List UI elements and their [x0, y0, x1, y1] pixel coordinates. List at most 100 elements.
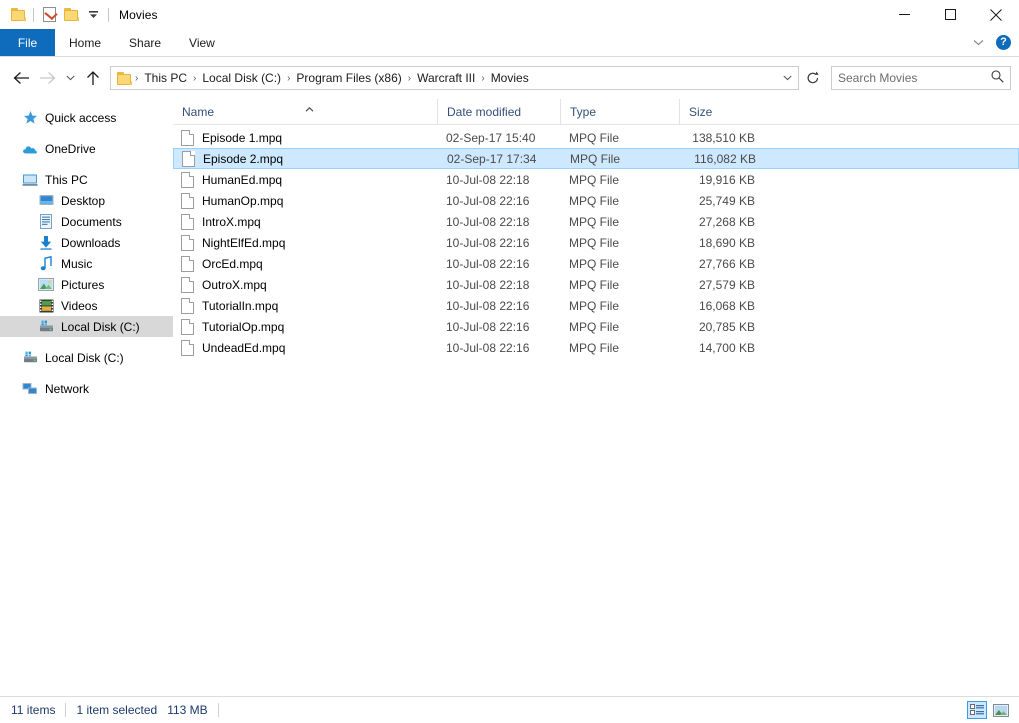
file-name-cell: NightElfEd.mpq — [173, 234, 437, 251]
item-count-label: 11 items — [11, 703, 56, 717]
file-type-cell: MPQ File — [569, 277, 620, 292]
file-size-cell: 19,916 KB — [698, 172, 755, 187]
sidebar-item-label: Quick access — [45, 110, 117, 125]
file-size-cell: 18,690 KB — [698, 235, 755, 250]
refresh-icon[interactable] — [801, 66, 825, 90]
sidebar-item-this-pc[interactable]: This PC — [0, 169, 173, 190]
breadcrumb-item-warcraft-iii[interactable]: Warcraft III — [412, 71, 480, 85]
breadcrumb-folder-icon — [117, 71, 132, 85]
breadcrumb: › This PC › Local Disk (C:) › Program Fi… — [134, 71, 778, 85]
breadcrumb-dropdown-icon[interactable] — [778, 67, 796, 89]
customize-qat-icon[interactable] — [82, 4, 104, 26]
tab-file[interactable]: File — [0, 29, 55, 56]
file-date-cell: 02-Sep-17 17:34 — [447, 151, 537, 166]
folder-icon — [7, 4, 29, 26]
breadcrumb-item-program-files[interactable]: Program Files (x86) — [291, 71, 406, 85]
file-rows: Episode 1.mpq 02-Sep-17 15:40 MPQ File 1… — [173, 125, 1019, 358]
column-header-name[interactable]: Name — [173, 99, 437, 124]
table-row[interactable]: UndeadEd.mpq 10-Jul-08 22:16 MPQ File 14… — [173, 337, 1019, 358]
monitor-icon — [22, 172, 38, 188]
file-icon — [181, 171, 194, 188]
large-icons-view-button[interactable] — [991, 701, 1011, 719]
file-size-cell: 25,749 KB — [698, 193, 755, 208]
file-icon — [181, 192, 194, 209]
sidebar-item-downloads[interactable]: Downloads — [0, 232, 173, 253]
help-icon[interactable]: ? — [996, 35, 1011, 50]
sidebar-item-pictures[interactable]: Pictures — [0, 274, 173, 295]
file-size-cell: 16,068 KB — [698, 298, 755, 313]
recent-locations-button[interactable] — [60, 65, 80, 91]
sidebar-item-music[interactable]: Music — [0, 253, 173, 274]
up-button[interactable] — [80, 65, 106, 91]
table-row[interactable]: Episode 2.mpq 02-Sep-17 17:34 MPQ File 1… — [173, 148, 1019, 169]
file-type-cell: MPQ File — [569, 298, 620, 313]
file-icon — [181, 129, 194, 146]
file-name-cell: OutroX.mpq — [173, 276, 437, 293]
table-row[interactable]: TutorialIn.mpq 10-Jul-08 22:16 MPQ File … — [173, 295, 1019, 316]
sidebar-item-onedrive[interactable]: OneDrive — [0, 138, 173, 159]
file-type-cell: MPQ File — [569, 235, 620, 250]
details-view-button[interactable] — [967, 701, 987, 719]
breadcrumb-bar[interactable]: › This PC › Local Disk (C:) › Program Fi… — [110, 66, 799, 90]
sidebar-item-desktop[interactable]: Desktop — [0, 190, 173, 211]
sidebar-item-videos[interactable]: Videos — [0, 295, 173, 316]
column-header-size[interactable]: Size — [679, 99, 760, 124]
nav-gap — [0, 337, 173, 347]
tab-view[interactable]: View — [175, 29, 229, 56]
file-date-cell: 10-Jul-08 22:16 — [446, 193, 530, 208]
star-icon — [22, 110, 38, 126]
file-name-label: OutroX.mpq — [202, 277, 267, 292]
maximize-button[interactable] — [927, 0, 973, 29]
file-name-cell: TutorialIn.mpq — [173, 297, 437, 314]
file-name-cell: TutorialOp.mpq — [173, 318, 437, 335]
table-row[interactable]: HumanOp.mpq 10-Jul-08 22:16 MPQ File 25,… — [173, 190, 1019, 211]
nav-gap — [0, 368, 173, 378]
search-icon[interactable] — [991, 70, 1004, 86]
table-row[interactable]: NightElfEd.mpq 10-Jul-08 22:16 MPQ File … — [173, 232, 1019, 253]
minimize-button[interactable] — [881, 0, 927, 29]
file-icon — [181, 213, 194, 230]
breadcrumb-item-movies[interactable]: Movies — [486, 71, 534, 85]
file-type-cell: MPQ File — [569, 193, 620, 208]
file-name-label: HumanOp.mpq — [202, 193, 284, 208]
column-header-label: Date modified — [447, 104, 522, 119]
table-row[interactable]: OrcEd.mpq 10-Jul-08 22:16 MPQ File 27,76… — [173, 253, 1019, 274]
sidebar-item-network[interactable]: Network — [0, 378, 173, 399]
tab-home[interactable]: Home — [55, 29, 115, 56]
view-buttons — [967, 701, 1011, 719]
file-date-cell: 10-Jul-08 22:16 — [446, 319, 530, 334]
chevron-down-icon[interactable] — [966, 29, 990, 56]
table-row[interactable]: IntroX.mpq 10-Jul-08 22:18 MPQ File 27,2… — [173, 211, 1019, 232]
file-date-cell: 10-Jul-08 22:16 — [446, 298, 530, 313]
file-type-cell: MPQ File — [569, 256, 620, 271]
table-row[interactable]: HumanEd.mpq 10-Jul-08 22:18 MPQ File 19,… — [173, 169, 1019, 190]
sidebar-item-label: Local Disk (C:) — [61, 319, 140, 334]
sidebar-item-quick-access[interactable]: Quick access — [0, 107, 173, 128]
forward-button[interactable] — [34, 65, 60, 91]
table-row[interactable]: Episode 1.mpq 02-Sep-17 15:40 MPQ File 1… — [173, 127, 1019, 148]
file-size-cell: 27,766 KB — [698, 256, 755, 271]
close-button[interactable] — [973, 0, 1019, 29]
drive-icon — [38, 319, 54, 335]
cloud-icon — [22, 141, 38, 157]
tab-share[interactable]: Share — [115, 29, 175, 56]
column-header-date-modified[interactable]: Date modified — [437, 99, 560, 124]
sidebar-item-local-disk-c-child[interactable]: Local Disk (C:) — [0, 316, 173, 337]
breadcrumb-item-this-pc[interactable]: This PC — [139, 71, 192, 85]
search-input[interactable]: Search Movies — [831, 66, 1011, 90]
sidebar-item-documents[interactable]: Documents — [0, 211, 173, 232]
column-header-type[interactable]: Type — [560, 99, 679, 124]
column-header-label: Size — [689, 104, 713, 119]
folder-properties-icon[interactable] — [38, 4, 60, 26]
file-size-cell: 116,082 KB — [694, 151, 756, 166]
back-button[interactable] — [8, 65, 34, 91]
breadcrumb-item-local-disk[interactable]: Local Disk (C:) — [197, 71, 286, 85]
table-row[interactable]: TutorialOp.mpq 10-Jul-08 22:16 MPQ File … — [173, 316, 1019, 337]
nav-gap — [0, 159, 173, 169]
table-row[interactable]: OutroX.mpq 10-Jul-08 22:18 MPQ File 27,5… — [173, 274, 1019, 295]
qat-separator-2 — [108, 7, 109, 22]
network-icon — [22, 381, 38, 397]
sidebar-item-label: Documents — [61, 214, 122, 229]
sidebar-item-local-disk-c-root[interactable]: Local Disk (C:) — [0, 347, 173, 368]
new-folder-icon[interactable] — [60, 4, 82, 26]
